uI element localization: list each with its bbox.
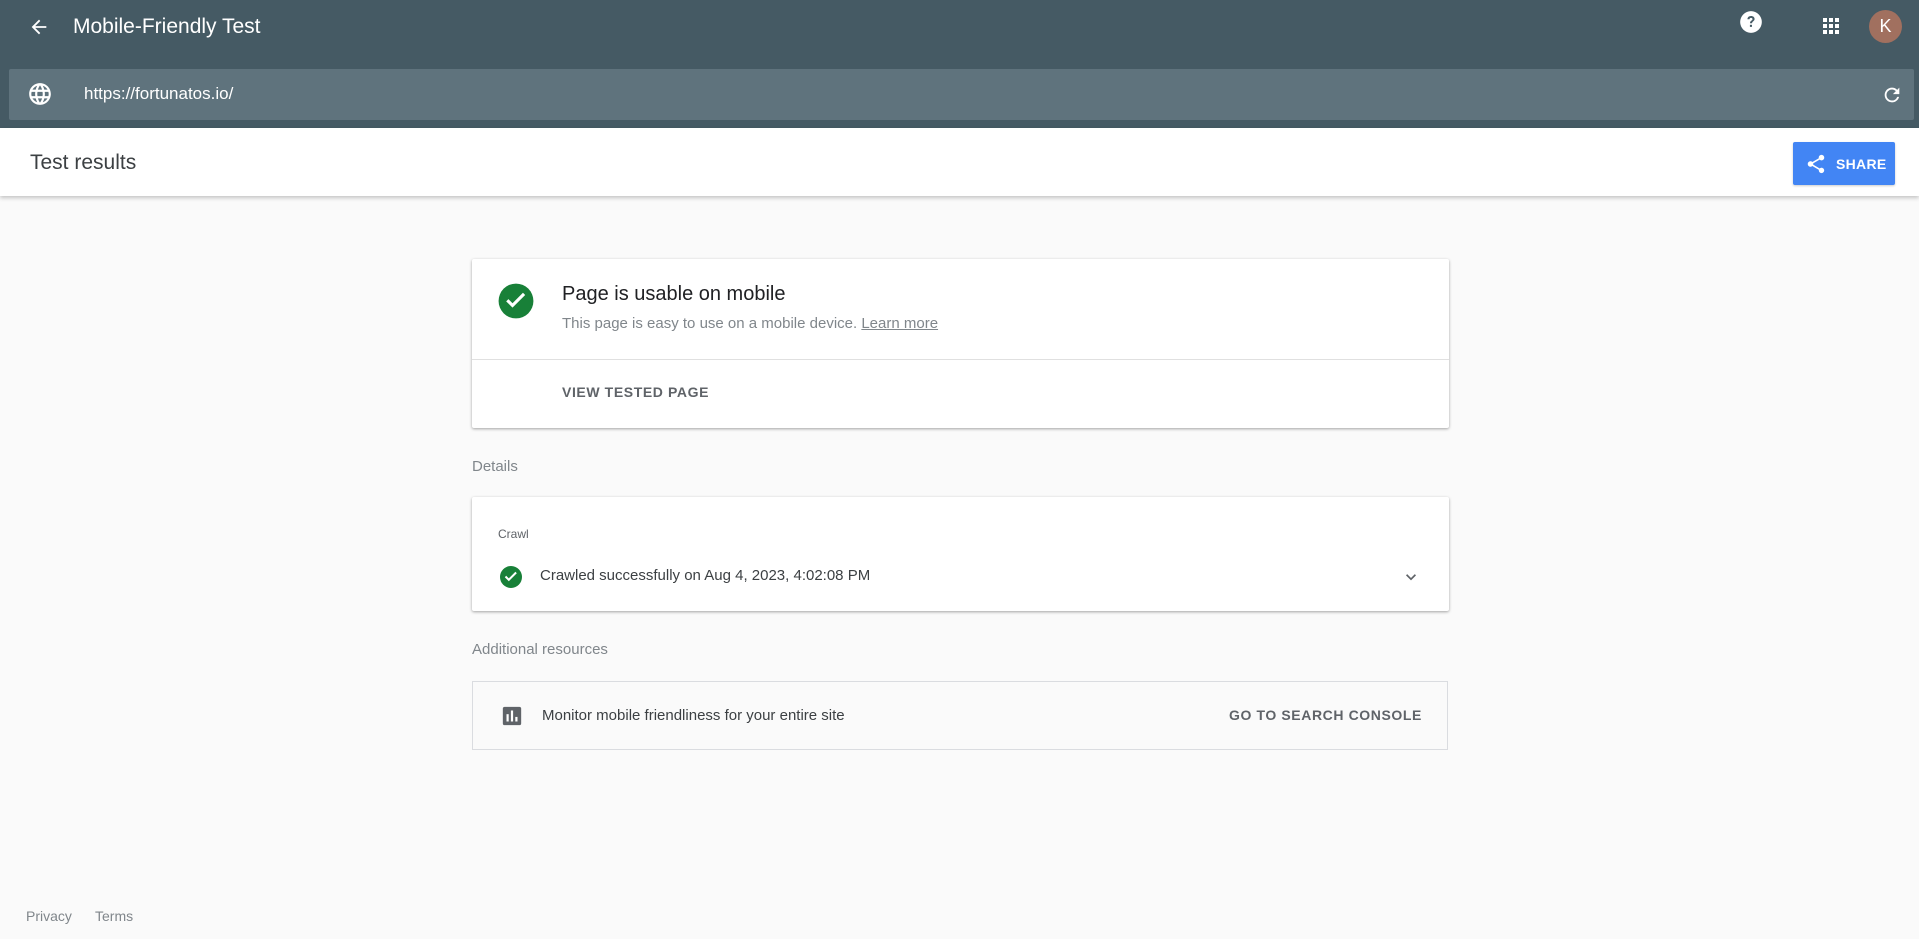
globe-icon bbox=[27, 81, 53, 107]
additional-resources-heading: Additional resources bbox=[472, 641, 608, 658]
back-arrow-icon[interactable] bbox=[22, 10, 56, 44]
status-title: Page is usable on mobile bbox=[562, 283, 786, 305]
view-tested-page-button[interactable]: VIEW TESTED PAGE bbox=[562, 384, 709, 400]
crawl-status: Crawled successfully on Aug 4, 2023, 4:0… bbox=[540, 567, 871, 584]
crawl-card: Crawl Crawled successfully on Aug 4, 202… bbox=[472, 497, 1449, 611]
learn-more-link[interactable]: Learn more bbox=[861, 315, 938, 332]
terms-link[interactable]: Terms bbox=[95, 908, 133, 924]
resource-text: Monitor mobile friendliness for your ent… bbox=[542, 707, 845, 724]
url-input[interactable] bbox=[84, 78, 1784, 110]
reload-icon[interactable] bbox=[1877, 80, 1907, 110]
url-bar bbox=[9, 69, 1914, 120]
crawl-label: Crawl bbox=[498, 527, 529, 541]
app-bar: Mobile-Friendly Test K bbox=[0, 0, 1919, 128]
app-title: Mobile-Friendly Test bbox=[73, 15, 261, 38]
privacy-link[interactable]: Privacy bbox=[26, 908, 72, 924]
check-circle-icon bbox=[499, 565, 523, 589]
status-subtitle-text: This page is easy to use on a mobile dev… bbox=[562, 315, 858, 332]
go-to-search-console-link[interactable]: GO TO SEARCH CONSOLE bbox=[1229, 707, 1422, 723]
apps-grid-icon[interactable] bbox=[1816, 11, 1846, 41]
avatar[interactable]: K bbox=[1869, 10, 1902, 43]
check-circle-icon bbox=[497, 282, 535, 320]
result-card: Page is usable on mobile This page is ea… bbox=[472, 259, 1449, 428]
divider bbox=[472, 359, 1449, 360]
page-title: Test results bbox=[30, 151, 137, 174]
share-icon bbox=[1807, 154, 1825, 173]
details-heading: Details bbox=[472, 458, 518, 475]
share-label: SHARE bbox=[1836, 155, 1887, 172]
status-subtitle: This page is easy to use on a mobile dev… bbox=[562, 315, 938, 332]
share-button[interactable]: SHARE bbox=[1793, 142, 1895, 185]
results-header: Test results SHARE bbox=[0, 128, 1919, 196]
resource-item: Monitor mobile friendliness for your ent… bbox=[472, 681, 1448, 750]
help-icon[interactable] bbox=[1736, 7, 1766, 37]
chevron-down-icon[interactable] bbox=[1397, 563, 1425, 591]
bar-chart-icon bbox=[501, 705, 523, 727]
